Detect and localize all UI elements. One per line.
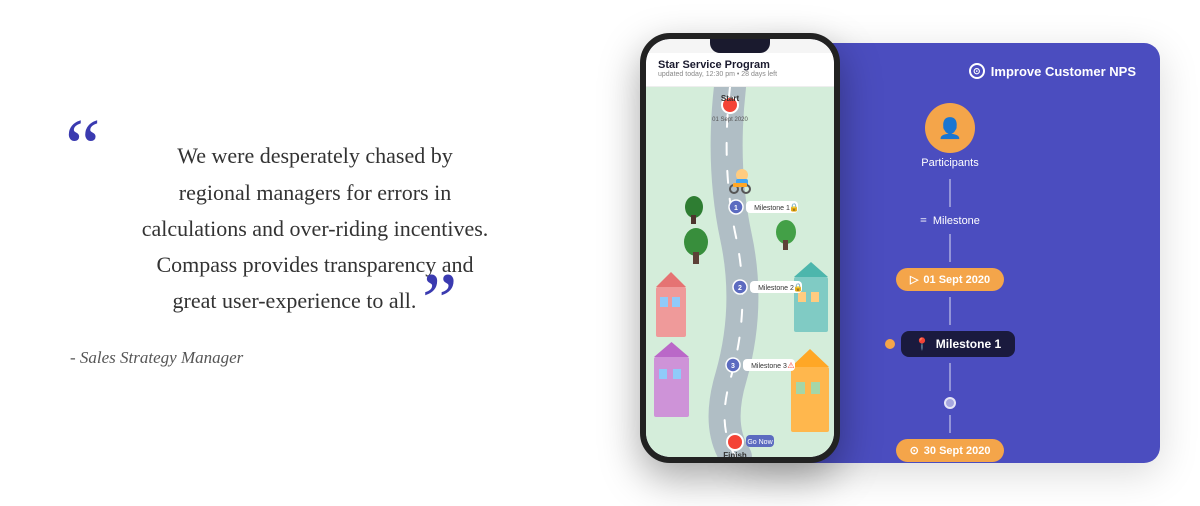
quote-wrapper: “ We were desperately chased by regional… bbox=[70, 138, 560, 319]
svg-text:2: 2 bbox=[738, 285, 742, 292]
phone-body: Start 01 Sept 2020 1 Milestone 1 🔒 2 bbox=[646, 87, 834, 457]
close-quote-mark: ” bbox=[422, 258, 458, 346]
participants-icon-circle: 👤 bbox=[925, 103, 975, 153]
milestone-dot-indicator bbox=[885, 339, 895, 349]
nps-title: ⊙ Improve Customer NPS bbox=[969, 63, 1136, 79]
svg-text:🔒: 🔒 bbox=[793, 283, 803, 292]
date-badge-2: ⊙ 30 Sept 2020 bbox=[896, 439, 1005, 462]
quote-line5-text: great user-experience to all. bbox=[173, 288, 417, 313]
attribution: - Sales Strategy Manager bbox=[70, 348, 560, 368]
quote-body: We were desperately chased by regional m… bbox=[70, 138, 560, 319]
timeline-line-3 bbox=[949, 297, 951, 325]
svg-text:⚠: ⚠ bbox=[787, 361, 794, 370]
phone-inner: Star Service Program updated today, 12:3… bbox=[646, 39, 834, 457]
open-quote-mark: “ bbox=[65, 108, 101, 188]
nps-label-text: Improve Customer NPS bbox=[991, 64, 1136, 79]
svg-text:Finish: Finish bbox=[723, 451, 747, 457]
participants-person-icon: 👤 bbox=[938, 116, 963, 141]
timeline-line-2 bbox=[949, 234, 951, 262]
phone-mockup: Star Service Program updated today, 12:3… bbox=[640, 33, 840, 463]
quote-line4: Compass provides transparency and bbox=[90, 247, 540, 283]
svg-text:Go Now: Go Now bbox=[747, 439, 773, 446]
quote-line5: great user-experience to all. ” bbox=[90, 283, 540, 319]
timeline-line-5 bbox=[949, 415, 951, 433]
svg-text:🔒: 🔒 bbox=[789, 203, 799, 212]
svg-text:Milestone 3: Milestone 3 bbox=[751, 363, 787, 370]
svg-text:Start: Start bbox=[721, 94, 740, 103]
timeline-line-1 bbox=[949, 179, 951, 207]
clock-icon: ⊙ bbox=[910, 444, 919, 457]
mockup-section: ⊙ Improve Customer NPS 👤 Participants ≡ … bbox=[620, 23, 1160, 483]
quote-line3: calculations and over-riding incentives. bbox=[90, 211, 540, 247]
phone-app-subtitle: updated today, 12:30 pm • 28 days left bbox=[658, 71, 822, 78]
page-container: “ We were desperately chased by regional… bbox=[0, 0, 1200, 506]
game-scene-svg: Start 01 Sept 2020 1 Milestone 1 🔒 2 bbox=[646, 87, 834, 457]
participants-label: Participants bbox=[921, 157, 978, 169]
svg-text:3: 3 bbox=[731, 363, 735, 370]
quote-section: “ We were desperately chased by regional… bbox=[40, 98, 620, 407]
milestone-1-block: 📍 Milestone 1 bbox=[901, 331, 1015, 357]
milestone-1-label: Milestone 1 bbox=[936, 337, 1001, 351]
svg-text:01 Sept 2020: 01 Sept 2020 bbox=[712, 117, 748, 123]
participants-node: 👤 Participants bbox=[921, 103, 978, 171]
compass-pin-icon: 📍 bbox=[915, 337, 930, 351]
milestone-block-row: 📍 Milestone 1 bbox=[885, 329, 1015, 359]
quote-line2: regional managers for errors in bbox=[90, 175, 540, 211]
svg-text:1: 1 bbox=[734, 205, 738, 212]
svg-text:Milestone 2: Milestone 2 bbox=[758, 285, 794, 292]
milestone-list-icon: ≡ bbox=[920, 213, 927, 228]
date-badge-2-text: 30 Sept 2020 bbox=[924, 445, 991, 457]
phone-app-title: Star Service Program bbox=[658, 59, 822, 71]
phone-notch bbox=[710, 39, 770, 53]
phone-header: Star Service Program updated today, 12:3… bbox=[646, 53, 834, 87]
milestone-section-label: Milestone bbox=[933, 215, 980, 227]
milestone-label-row: ≡ Milestone bbox=[920, 213, 980, 228]
small-dot-node bbox=[944, 397, 956, 409]
svg-text:Milestone 1: Milestone 1 bbox=[754, 205, 790, 212]
date-badge-1: ▷ 01 Sept 2020 bbox=[896, 268, 1004, 291]
timeline-line-4 bbox=[949, 363, 951, 391]
date-badge-1-text: 01 Sept 2020 bbox=[923, 274, 990, 286]
nps-icon: ⊙ bbox=[969, 63, 985, 79]
quote-line1: We were desperately chased by bbox=[90, 138, 540, 174]
play-icon: ▷ bbox=[910, 273, 918, 286]
